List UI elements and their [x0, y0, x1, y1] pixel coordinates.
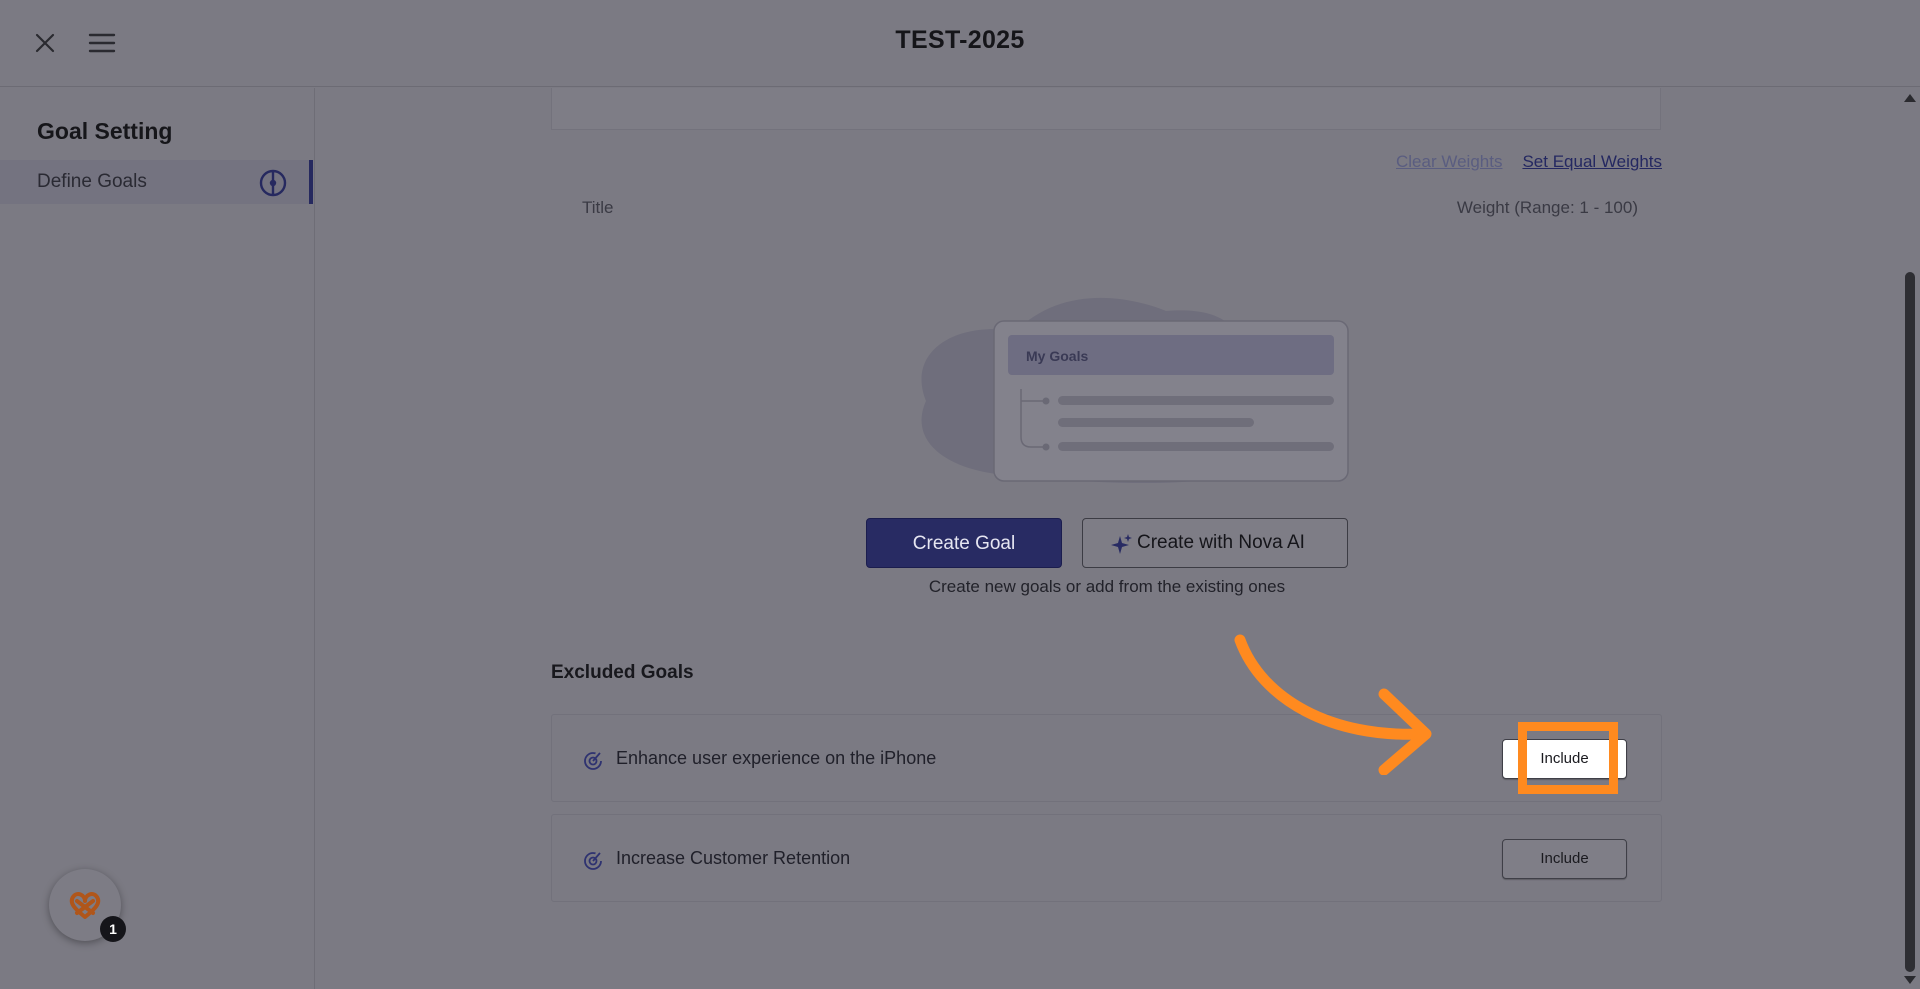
top-bar: TEST-2025	[0, 0, 1920, 87]
excluded-goal-row: Enhance user experience on the iPhone In…	[551, 714, 1662, 802]
sidebar-item-define-goals[interactable]: Define Goals	[0, 160, 313, 204]
excluded-goal-title: Enhance user experience on the iPhone	[616, 748, 937, 768]
step-status-icon	[259, 169, 287, 197]
clear-weights-link[interactable]: Clear Weights	[1396, 152, 1502, 171]
weight-actions: Clear Weights Set Equal Weights	[1376, 152, 1662, 172]
excluded-goals-heading: Excluded Goals	[551, 662, 694, 683]
scroll-thumb[interactable]	[1905, 272, 1915, 972]
illustration-label: My Goals	[1026, 348, 1088, 364]
scrollbar[interactable]	[1900, 88, 1920, 989]
goals-card	[551, 88, 1661, 130]
goal-target-icon	[584, 752, 602, 770]
sparkle-icon	[1111, 534, 1132, 554]
create-goal-button[interactable]: Create Goal	[866, 518, 1062, 568]
scroll-up-arrow-icon[interactable]	[1904, 94, 1916, 102]
sidebar: Goal Setting Define Goals	[0, 88, 315, 989]
include-goal-button[interactable]: Include	[1502, 739, 1627, 779]
set-equal-weights-link[interactable]: Set Equal Weights	[1522, 152, 1662, 171]
excluded-goal-title: Increase Customer Retention	[616, 848, 851, 868]
create-with-nova-ai-label: Create with Nova AI	[1137, 532, 1305, 553]
column-header-title: Title	[582, 198, 614, 217]
sidebar-heading: Goal Setting	[37, 118, 173, 144]
column-header-weight: Weight (Range: 1 - 100)	[1456, 198, 1638, 217]
create-with-nova-ai-button[interactable]: Create with Nova AI	[1082, 518, 1348, 568]
empty-goals-illustration: My Goals	[921, 297, 1349, 484]
include-goal-button[interactable]: Include	[1502, 839, 1627, 879]
main-content: Clear Weights Set Equal Weights Title Wei…	[316, 88, 1900, 989]
scroll-down-arrow-icon[interactable]	[1904, 976, 1916, 984]
empty-state-helper-text: Create new goals or add from the existin…	[928, 577, 1286, 596]
goal-target-icon	[584, 852, 602, 870]
page-title: TEST-2025	[895, 26, 1025, 54]
sidebar-item-label: Define Goals	[37, 171, 147, 192]
notification-badge: 1	[100, 916, 126, 942]
pretzel-icon	[69, 892, 101, 919]
excluded-goal-row: Increase Customer Retention Include	[551, 814, 1662, 902]
